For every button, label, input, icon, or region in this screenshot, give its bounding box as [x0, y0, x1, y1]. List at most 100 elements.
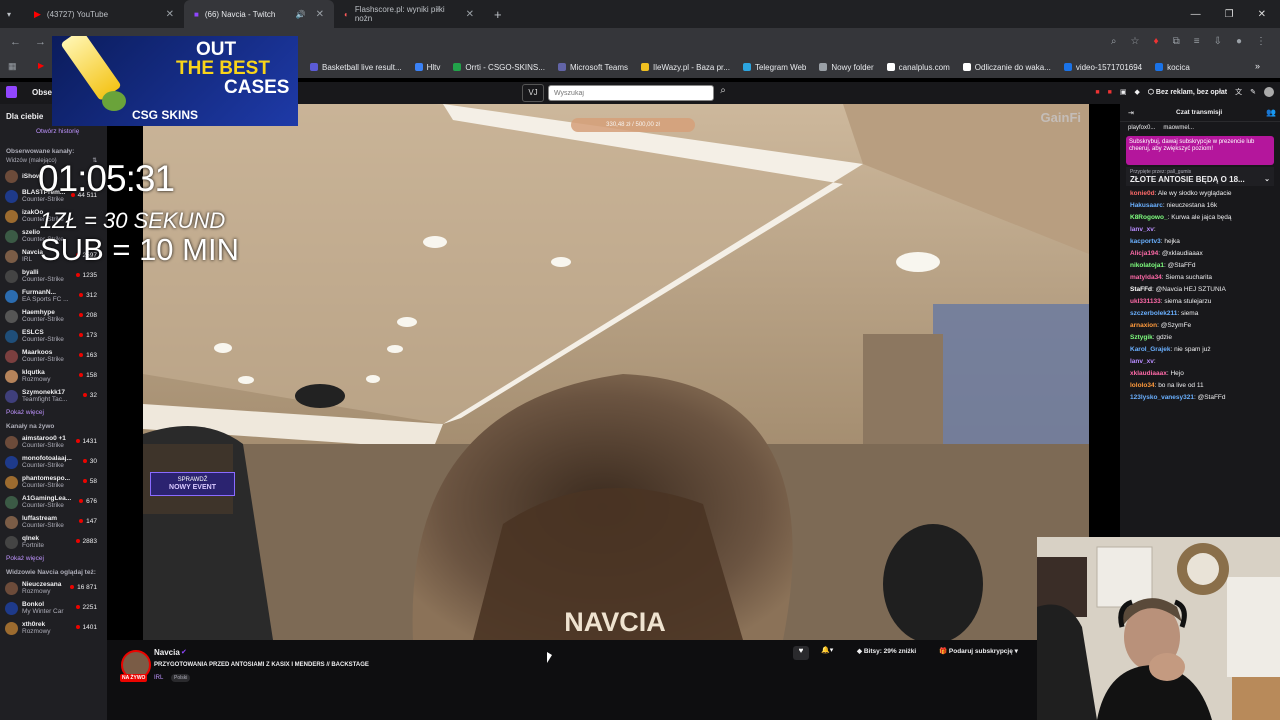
- chat-username[interactable]: nikolatoja1: [1130, 262, 1164, 269]
- close-tab-icon[interactable]: ✕: [166, 9, 174, 20]
- follow-heart-icon[interactable]: ♥: [793, 646, 809, 660]
- chat-message[interactable]: xklaudiaaax: Hejo: [1120, 368, 1280, 380]
- bookmark-item[interactable]: Nowy folder: [819, 63, 874, 72]
- chat-message[interactable]: 123lysko_vanesy321: @StaFFd: [1120, 392, 1280, 404]
- bookmarks-overflow-icon[interactable]: »: [1255, 61, 1260, 71]
- chat-users-icon[interactable]: 👥: [1266, 108, 1276, 117]
- chat-username[interactable]: xklaudiaaax: [1130, 370, 1167, 377]
- bookmark-item[interactable]: kocica: [1155, 63, 1190, 72]
- chat-username[interactable]: kacportv3: [1130, 238, 1161, 245]
- puzzle-icon[interactable]: ⧉: [1173, 36, 1180, 47]
- chat-username[interactable]: Hakusaarc: [1130, 202, 1163, 209]
- chat-username[interactable]: 123lysko_vanesy321: [1130, 394, 1194, 401]
- notification-bell-icon[interactable]: 🔔▾: [821, 646, 833, 654]
- chat-message[interactable]: ukl331133: siema stulejarzu: [1120, 296, 1280, 308]
- chat-message[interactable]: matylda34: Siema sucharita: [1120, 272, 1280, 284]
- search-icon[interactable]: ⌕: [715, 85, 731, 101]
- chat-username[interactable]: lololo34: [1130, 382, 1155, 389]
- chat-username[interactable]: StaFFd: [1130, 286, 1152, 293]
- drops-icon[interactable]: ◆: [1134, 88, 1139, 96]
- tab-twitch[interactable]: ■ (66) Navcia - Twitch 🔊 ✕: [184, 0, 334, 28]
- chat-message[interactable]: Alicja194: @xklaudiaaax: [1120, 248, 1280, 260]
- turbo-button[interactable]: ⬡ Bez reklam, bez opłat: [1148, 88, 1227, 96]
- csgo-skins-ad[interactable]: OUT THE BEST CASES CSG SKINS: [52, 36, 298, 126]
- sidebar-channel[interactable]: monofotoalaaj... Counter-Strike 30: [0, 452, 107, 472]
- bookmark-item[interactable]: IleWazy.pl - Baza pr...: [641, 63, 730, 72]
- bookmark-item[interactable]: Hltv: [414, 63, 440, 72]
- new-tab-button[interactable]: +: [484, 0, 512, 28]
- sidebar-channel[interactable]: A1GamingLea... Counter-Strike 676: [0, 492, 107, 512]
- user-avatar[interactable]: [1264, 87, 1274, 97]
- bookmark-item[interactable]: canalplus.com: [886, 63, 950, 72]
- chat-message[interactable]: konie0d: Ale wy słodko wyglądacie: [1120, 188, 1280, 200]
- chat-username[interactable]: Sztygik: [1130, 334, 1153, 341]
- chat-message[interactable]: Hakusaarc: nieuczestana 16k: [1120, 200, 1280, 212]
- media-icon[interactable]: ≡: [1194, 36, 1200, 47]
- chat-message[interactable]: Karol_Grajek: nie spam już: [1120, 344, 1280, 356]
- menu-icon[interactable]: ⋮: [1256, 36, 1266, 47]
- search-input[interactable]: [548, 85, 714, 101]
- chat-message[interactable]: Sztygik: gdzie: [1120, 332, 1280, 344]
- expand-pinned-icon[interactable]: ⌄: [1264, 175, 1270, 184]
- apps-icon[interactable]: ▦: [8, 61, 17, 72]
- top-chatter[interactable]: maowmel...: [1163, 125, 1194, 131]
- channel-name[interactable]: Navcia: [154, 648, 180, 657]
- twitch-logo-icon[interactable]: [6, 86, 17, 98]
- bookmark-star-icon[interactable]: ☆: [1131, 36, 1140, 47]
- chat-username[interactable]: Alicja194: [1130, 250, 1158, 257]
- forward-icon[interactable]: →: [35, 36, 46, 48]
- chat-username[interactable]: lanv_xv: [1130, 226, 1154, 233]
- notifications-icon[interactable]: ■: [1095, 89, 1099, 96]
- chat-username[interactable]: szczerbolek211: [1130, 310, 1177, 317]
- downloads-icon[interactable]: ⇩: [1214, 36, 1222, 47]
- close-tab-icon[interactable]: ✕: [316, 9, 324, 20]
- chat-message[interactable]: szczerbolek211: siema: [1120, 308, 1280, 320]
- open-history-link[interactable]: Otwórz historię: [0, 125, 107, 138]
- bookmark-item[interactable]: Orrti - CSGO-SKINS...: [453, 63, 545, 72]
- chat-message[interactable]: lololo34: bo na live od 11: [1120, 380, 1280, 392]
- chat-message[interactable]: K8Rogowo_: Kurwa ale jajca będą: [1120, 212, 1280, 224]
- sidebar-channel[interactable]: Bonkol My Winter Car 2251: [0, 598, 107, 618]
- sidebar-channel[interactable]: Szymonekk17 Teamfight Tac... 32: [0, 386, 107, 406]
- chat-username[interactable]: ukl331133: [1130, 298, 1161, 305]
- sidebar-channel[interactable]: Haemhype Counter-Strike 208: [0, 306, 107, 326]
- chat-message[interactable]: nikolatoja1: @StaFFd: [1120, 260, 1280, 272]
- sidebar-channel[interactable]: Nieuczesana Rozmowy 16 871: [0, 578, 107, 598]
- tab-search-menu[interactable]: ▾: [0, 0, 24, 28]
- chat-username[interactable]: lanv_xv: [1130, 358, 1154, 365]
- bits-button[interactable]: ◆ Bitsy: 29% zniżki: [857, 647, 916, 655]
- whispers-icon[interactable]: ■: [1108, 89, 1112, 96]
- show-more-followed[interactable]: Pokaż więcej: [0, 406, 107, 419]
- tab-flashscore[interactable]: ◐ Flashscore.pl: wyniki piłki nożn ✕: [334, 0, 484, 28]
- sidebar-channel[interactable]: phantomespo... Counter-Strike 58: [0, 472, 107, 492]
- sidebar-channel[interactable]: klqutka Rozmowy 158: [0, 366, 107, 386]
- sidebar-channel[interactable]: aimstaroo0 +1 Counter-Strike 1431: [0, 432, 107, 452]
- sidebar-channel[interactable]: qlnek Fortnite 2883: [0, 532, 107, 552]
- sidebar-channel[interactable]: ESLCS Counter-Strike 173: [0, 326, 107, 346]
- chat-username[interactable]: konie0d: [1130, 190, 1155, 197]
- youtube-bookmark-icon[interactable]: ▶: [38, 61, 44, 70]
- language-tag[interactable]: Polski: [171, 674, 191, 682]
- minimize-icon[interactable]: —: [1191, 9, 1201, 20]
- bookmark-item[interactable]: video-1571701694: [1063, 63, 1142, 72]
- vj-button[interactable]: VJ: [522, 84, 544, 102]
- chat-message[interactable]: kacportv3: hejka: [1120, 236, 1280, 248]
- inbox-icon[interactable]: ▣: [1120, 88, 1127, 96]
- sidebar-channel[interactable]: xth0rek Rozmowy 1401: [0, 618, 107, 638]
- nav-following[interactable]: Obse: [32, 88, 52, 97]
- chat-username[interactable]: Karol_Grajek: [1130, 346, 1170, 353]
- speaker-icon[interactable]: 🔊: [296, 10, 306, 19]
- tab-youtube[interactable]: ▶ (43727) YouTube ✕: [24, 0, 184, 28]
- chat-message[interactable]: lanv_xv:: [1120, 356, 1280, 368]
- close-window-icon[interactable]: ✕: [1258, 9, 1266, 20]
- chat-username[interactable]: arnaxion: [1130, 322, 1157, 329]
- gift-sub-button[interactable]: 🎁 Podaruj subskrypcję ▾: [939, 647, 1018, 655]
- chat-username[interactable]: matylda34: [1130, 274, 1162, 281]
- chat-message[interactable]: arnaxion: @SzymFe: [1120, 320, 1280, 332]
- video-player[interactable]: NAVCIA 330,48 zł / 500,00 zł GainFi SPRA…: [143, 104, 1089, 640]
- bookmark-item[interactable]: Microsoft Teams: [557, 63, 628, 72]
- translate-icon[interactable]: 文: [1235, 87, 1242, 97]
- sidebar-channel[interactable]: Maarkoos Counter-Strike 163: [0, 346, 107, 366]
- show-more-live[interactable]: Pokaż więcej: [0, 552, 107, 565]
- top-chatter[interactable]: playfox0...: [1128, 125, 1155, 131]
